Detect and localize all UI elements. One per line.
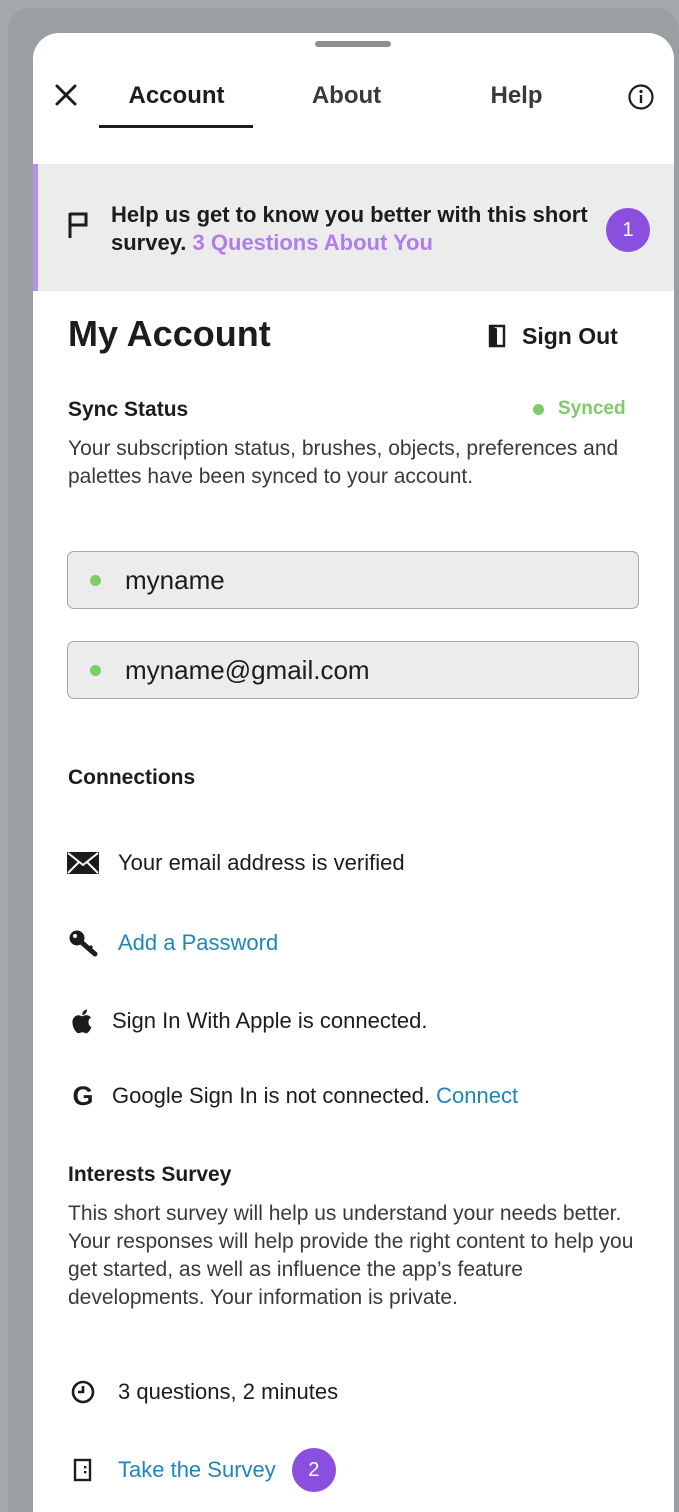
synced-label: Synced	[558, 398, 626, 419]
survey-banner[interactable]: Help us get to know you better with this…	[33, 164, 674, 291]
connections-title: Connections	[68, 766, 196, 789]
close-button[interactable]	[53, 82, 79, 108]
active-tab-indicator	[99, 125, 253, 128]
info-icon	[628, 84, 654, 110]
email-verified-row: Your email address is verified	[66, 849, 405, 877]
email-field[interactable]: myname@gmail.com	[67, 641, 639, 699]
username-status-dot	[90, 574, 101, 586]
email-value: myname@gmail.com	[125, 654, 370, 685]
clock-icon	[66, 1378, 100, 1406]
google-icon: G	[72, 1080, 94, 1111]
google-sign-in-row: G Google Sign In is not connected. Conne…	[66, 1080, 518, 1111]
take-survey-row[interactable]: Take the Survey 2	[66, 1448, 336, 1492]
apple-icon	[66, 1007, 100, 1035]
add-password-row[interactable]: Add a Password	[66, 929, 278, 957]
close-icon	[55, 84, 77, 106]
banner-badge: 1	[606, 208, 650, 252]
apple-connected-text: Sign In With Apple is connected.	[112, 1008, 428, 1033]
account-sheet: Account About Help Help us get to know y…	[33, 33, 674, 1512]
synced-dot	[533, 403, 544, 415]
tab-account[interactable]: Account	[99, 81, 254, 111]
sync-status-badge: Synced	[533, 398, 626, 420]
google-status-text: Google Sign In is not connected.	[112, 1083, 430, 1108]
take-survey-link[interactable]: Take the Survey	[118, 1457, 276, 1483]
tab-about[interactable]: About	[269, 81, 424, 111]
sync-description: Your subscription status, brushes, objec…	[68, 437, 619, 488]
envelope-icon	[66, 849, 100, 877]
username-value: myname	[125, 564, 225, 595]
sign-out-button[interactable]: Sign Out	[488, 321, 618, 351]
tab-help[interactable]: Help	[439, 81, 594, 111]
survey-form-icon	[66, 1456, 100, 1484]
add-password-link[interactable]: Add a Password	[118, 930, 278, 956]
email-verified-text: Your email address is verified	[118, 850, 405, 875]
email-status-dot	[90, 664, 101, 676]
sync-status-title: Sync Status	[68, 398, 189, 421]
google-connect-link[interactable]: Connect	[436, 1083, 518, 1108]
survey-title: Interests Survey	[68, 1163, 232, 1186]
survey-duration-row: 3 questions, 2 minutes	[66, 1378, 338, 1406]
sheet-grabber[interactable]	[315, 41, 391, 47]
username-field[interactable]: myname	[67, 551, 639, 609]
survey-duration-text: 3 questions, 2 minutes	[118, 1379, 339, 1404]
banner-survey-link[interactable]: 3 Questions About You	[193, 230, 433, 255]
key-icon	[66, 929, 100, 957]
apple-sign-in-row: Sign In With Apple is connected.	[66, 1007, 428, 1035]
sign-out-door-icon	[488, 324, 506, 348]
info-button[interactable]	[627, 83, 655, 111]
page-title: My Account	[68, 313, 271, 354]
sign-out-label: Sign Out	[522, 322, 618, 349]
survey-description: This short survey will help us understan…	[68, 1202, 634, 1309]
flag-icon	[68, 212, 88, 238]
take-survey-badge: 2	[291, 1448, 336, 1492]
banner-text: Help us get to know you better with this…	[111, 201, 606, 257]
